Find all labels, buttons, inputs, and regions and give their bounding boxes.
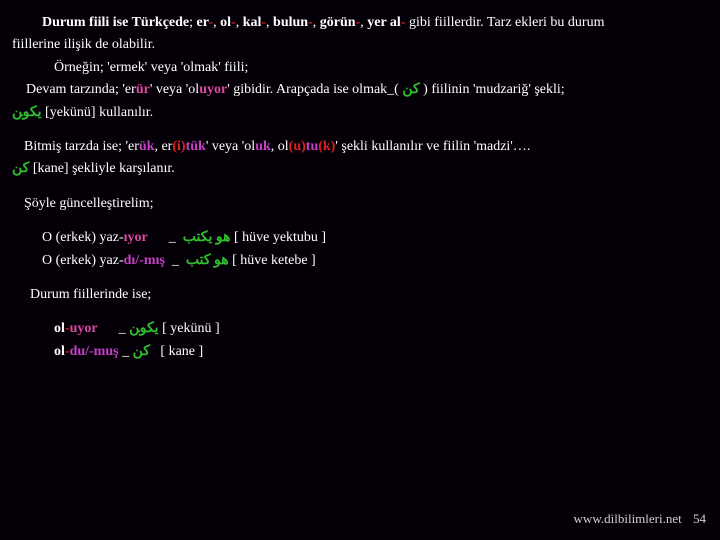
p1-lead: Durum fiili ise Türkçede — [42, 15, 189, 30]
verb-er: er — [197, 15, 209, 30]
verb-bulun: bulun — [273, 15, 308, 30]
suffix-di-mis: dı/-mış — [124, 253, 165, 268]
suffix-ur: ür — [136, 82, 150, 97]
para-5: Bitmiş tarzda ise; 'erük, er(i)tük' veya… — [24, 136, 710, 158]
suffix-iyor: ıyor — [124, 230, 148, 245]
para-8: Durum fiillerinde ise; — [30, 284, 710, 306]
arabic-kn-2: ﻛﻦ — [133, 344, 150, 359]
para-1: Durum fiili ise Türkçede; er-, ol-, kal-… — [28, 12, 710, 34]
para-3: Devam tarzında; 'erür' veya 'oluyor' gib… — [26, 79, 710, 101]
example-4: ol-du/-muş _ ﻛﻦ [ kane ] — [54, 341, 710, 363]
example-1: O (erkek) yaz-ıyor _ ﻫﻮ ﻳﻜﺘﺐ [ hüve yekt… — [42, 227, 710, 249]
arabic-huve-yektubu: ﻫﻮ ﻳﻜﺘﺐ — [183, 230, 231, 245]
verb-yeral: yer al — [367, 15, 401, 30]
para-6: ﻛﻦ [kane] şekliyle karşılanır. — [12, 158, 710, 180]
para-2: Örneğin; 'ermek' veya 'olmak' fiili; — [54, 57, 710, 79]
para-1b: fiillerine ilişik de olabilir. — [12, 34, 710, 56]
para-7: Şöyle güncelleştirelim; — [24, 193, 710, 215]
example-3: ol-uyor _ ﻳﻜﻮﻦ [ yekünü ] — [54, 318, 710, 340]
arabic-kn: ﻛﻦ — [402, 82, 419, 97]
verb-ol: ol — [220, 15, 231, 30]
verb-kal: kal — [243, 15, 262, 30]
footer: www.dilbilimleri.net 54 — [574, 509, 706, 530]
arabic-yekunu: ﻳﻜﻮﻦ — [12, 105, 42, 120]
arabic-kane: ﻛﻦ — [12, 161, 29, 176]
example-2: O (erkek) yaz-dı/-mış _ ﻫﻮ ﻛﺘﺐ [ hüve ke… — [42, 250, 710, 272]
arabic-huve-ketebe: ﻫﻮ ﻛﺘﺐ — [186, 253, 229, 268]
arabic-yekunu-2: ﻳﻜﻮﻦ — [129, 321, 159, 336]
verb-gorun: görün — [320, 15, 356, 30]
site-url: www.dilbilimleri.net — [574, 511, 682, 526]
p1-tail: gibi fiillerdir. Tarz ekleri bu durum — [405, 15, 604, 30]
para-4: ﻳﻜﻮﻦ [yekünü] kullanılır. — [12, 102, 710, 124]
suffix-uyor: uyor — [199, 82, 227, 97]
slide: Durum fiili ise Türkçede; er-, ol-, kal-… — [0, 0, 720, 540]
page-number: 54 — [693, 511, 706, 526]
